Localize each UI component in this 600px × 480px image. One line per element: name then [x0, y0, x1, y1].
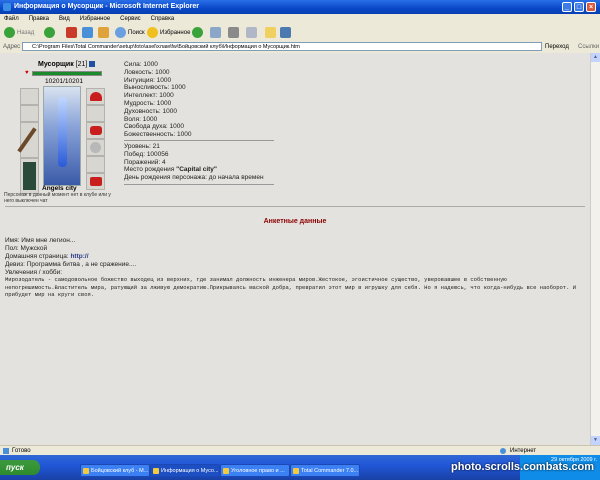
character-status-note: Персонаж в данный момент нет в клубе или… — [4, 192, 111, 204]
menu-edit[interactable]: Правка — [25, 14, 53, 25]
character-name[interactable]: Мусорщик [21] — [38, 61, 96, 68]
menu-favorites[interactable]: Избранное — [76, 14, 114, 25]
stat-strength: Сила: 1000 — [124, 61, 158, 68]
page-content: Мусорщик [21] ♥ 10201/10201 Angels city … — [0, 53, 590, 445]
home-icon[interactable] — [98, 27, 109, 38]
profile-hobbies-label: Увлечения / хобби: — [5, 269, 63, 276]
character-city: Angels city — [42, 185, 77, 192]
back-icon[interactable] — [4, 27, 15, 38]
slot-shield[interactable] — [86, 139, 105, 156]
task-character-info[interactable]: Информация о Мусо... — [150, 464, 220, 477]
refresh-icon[interactable] — [82, 27, 93, 38]
task-fightclub[interactable]: Бойцовский клуб - M... — [80, 464, 150, 477]
character-avatar[interactable] — [43, 86, 81, 186]
info-divider — [124, 184, 274, 185]
go-button[interactable]: Переход — [545, 42, 569, 52]
scroll-down-icon[interactable]: ▼ — [591, 436, 600, 445]
taskbar: пуск Бойцовский клуб - M... Информация о… — [0, 455, 600, 480]
stats-divider — [124, 140, 274, 141]
slot-weapon[interactable] — [17, 122, 39, 158]
search-icon[interactable] — [115, 27, 126, 38]
messenger-icon[interactable] — [280, 27, 291, 38]
slot-amulet[interactable] — [20, 105, 39, 122]
mail-icon[interactable] — [210, 27, 221, 38]
forward-icon[interactable] — [44, 27, 55, 38]
page-icon — [3, 448, 9, 454]
slot-helmet[interactable] — [86, 88, 105, 105]
stat-endurance: Выносливость: 1000 — [124, 84, 186, 92]
slot-bracers[interactable] — [86, 105, 105, 122]
menu-help[interactable]: Справка — [147, 14, 179, 25]
toolbar: Назад Поиск Избранное — [0, 25, 600, 42]
menu-view[interactable]: Вид — [55, 14, 74, 25]
slot-rings[interactable] — [86, 156, 105, 173]
globe-icon — [500, 448, 506, 454]
minimize-button[interactable]: _ — [562, 2, 572, 12]
info-losses: Поражений: 4 — [124, 158, 166, 166]
window-title: Информация о Мусорщик - Microsoft Intern… — [14, 3, 199, 10]
slot-gloves[interactable] — [86, 122, 105, 139]
stat-spirituality: Духовность: 1000 — [124, 107, 177, 115]
slot-armor[interactable] — [20, 158, 39, 194]
close-button[interactable]: × — [586, 2, 596, 12]
scroll-up-icon[interactable]: ▲ — [591, 53, 600, 62]
search-button[interactable]: Поиск — [128, 28, 145, 38]
menu-tools[interactable]: Сервис — [116, 14, 145, 25]
info-level: Уровень: 21 — [124, 143, 160, 150]
profile-name: Имя: Имя мне легион... — [5, 237, 76, 244]
print-icon[interactable] — [228, 27, 239, 38]
avatar-figure — [58, 97, 67, 167]
hp-bar — [32, 71, 102, 76]
stat-freedom: Свобода духа: 1000 — [124, 123, 185, 131]
back-button[interactable]: Назад — [17, 28, 34, 38]
stat-intellect: Интеллект: 1000 — [124, 92, 174, 100]
profile-homepage: Домашняя страница: http:// — [5, 253, 89, 260]
history-icon[interactable] — [192, 27, 203, 38]
homepage-link[interactable]: http:// — [70, 253, 88, 260]
hp-text: 10201/10201 — [45, 78, 83, 85]
stat-divinity: Божественность: 1000 — [124, 131, 192, 139]
slot-boots[interactable] — [86, 173, 105, 190]
discuss-icon[interactable] — [265, 27, 276, 38]
edit-icon[interactable] — [246, 27, 257, 38]
stat-wisdom: Мудрость: 1000 — [124, 99, 172, 107]
info-birthday: День рождения персонажа: до начала време… — [124, 174, 264, 182]
address-input[interactable]: C:\Program Files\Total Commander\setup\f… — [22, 42, 542, 51]
ie-icon — [3, 3, 11, 11]
profile-motto: Девиз: Программа битва , а не сражение..… — [5, 261, 137, 268]
armor-icon — [23, 162, 36, 190]
gloves-icon — [90, 126, 102, 135]
hp-bar-fill — [33, 72, 101, 75]
address-label: Адрес — [3, 44, 21, 50]
start-button[interactable]: пуск — [0, 460, 40, 475]
stat-intuition: Интуиция: 1000 — [124, 76, 172, 84]
watermark: photo.scrolls.combats.com — [450, 461, 594, 473]
stat-agility: Ловкость: 1000 — [124, 68, 170, 76]
links-button[interactable]: Ссылки — [578, 42, 599, 52]
heart-icon: ♥ — [25, 70, 29, 76]
favorites-button[interactable]: Избранное — [160, 28, 190, 38]
helmet-icon — [90, 92, 102, 101]
info-icon[interactable] — [89, 61, 96, 68]
battle-info: Уровень: 21 Побед: 100056 Поражений: 4 М… — [124, 143, 264, 182]
boots-icon — [90, 177, 102, 186]
vertical-scrollbar[interactable]: ▲ ▼ — [590, 53, 600, 445]
weapon-icon — [17, 127, 37, 153]
profile-gender: Пол: Мужской — [5, 245, 48, 252]
info-wins: Побед: 100056 — [124, 150, 169, 158]
window-titlebar[interactable]: Информация о Мусорщик - Microsoft Intern… — [0, 0, 600, 14]
stop-icon[interactable] — [66, 27, 77, 38]
maximize-button[interactable]: □ — [574, 2, 584, 12]
shield-icon — [90, 142, 101, 153]
slot-earring[interactable] — [20, 88, 39, 105]
info-birthplace: Место рождения "Capital city" — [124, 166, 217, 174]
task-criminal-law[interactable]: Уголовное право и ... — [220, 464, 290, 477]
menu-file[interactable]: Файл — [0, 14, 23, 25]
profile-hobbies-text: Мирозодатель - самодовольное божество вы… — [5, 276, 576, 298]
task-total-commander[interactable]: Total Commander 7.0... — [290, 464, 360, 477]
profile-title: Анкетные данные — [263, 218, 327, 225]
stats-list: Сила: 1000 Ловкость: 1000 Интуиция: 1000… — [124, 61, 191, 139]
star-icon[interactable] — [147, 27, 158, 38]
section-divider — [5, 206, 585, 207]
